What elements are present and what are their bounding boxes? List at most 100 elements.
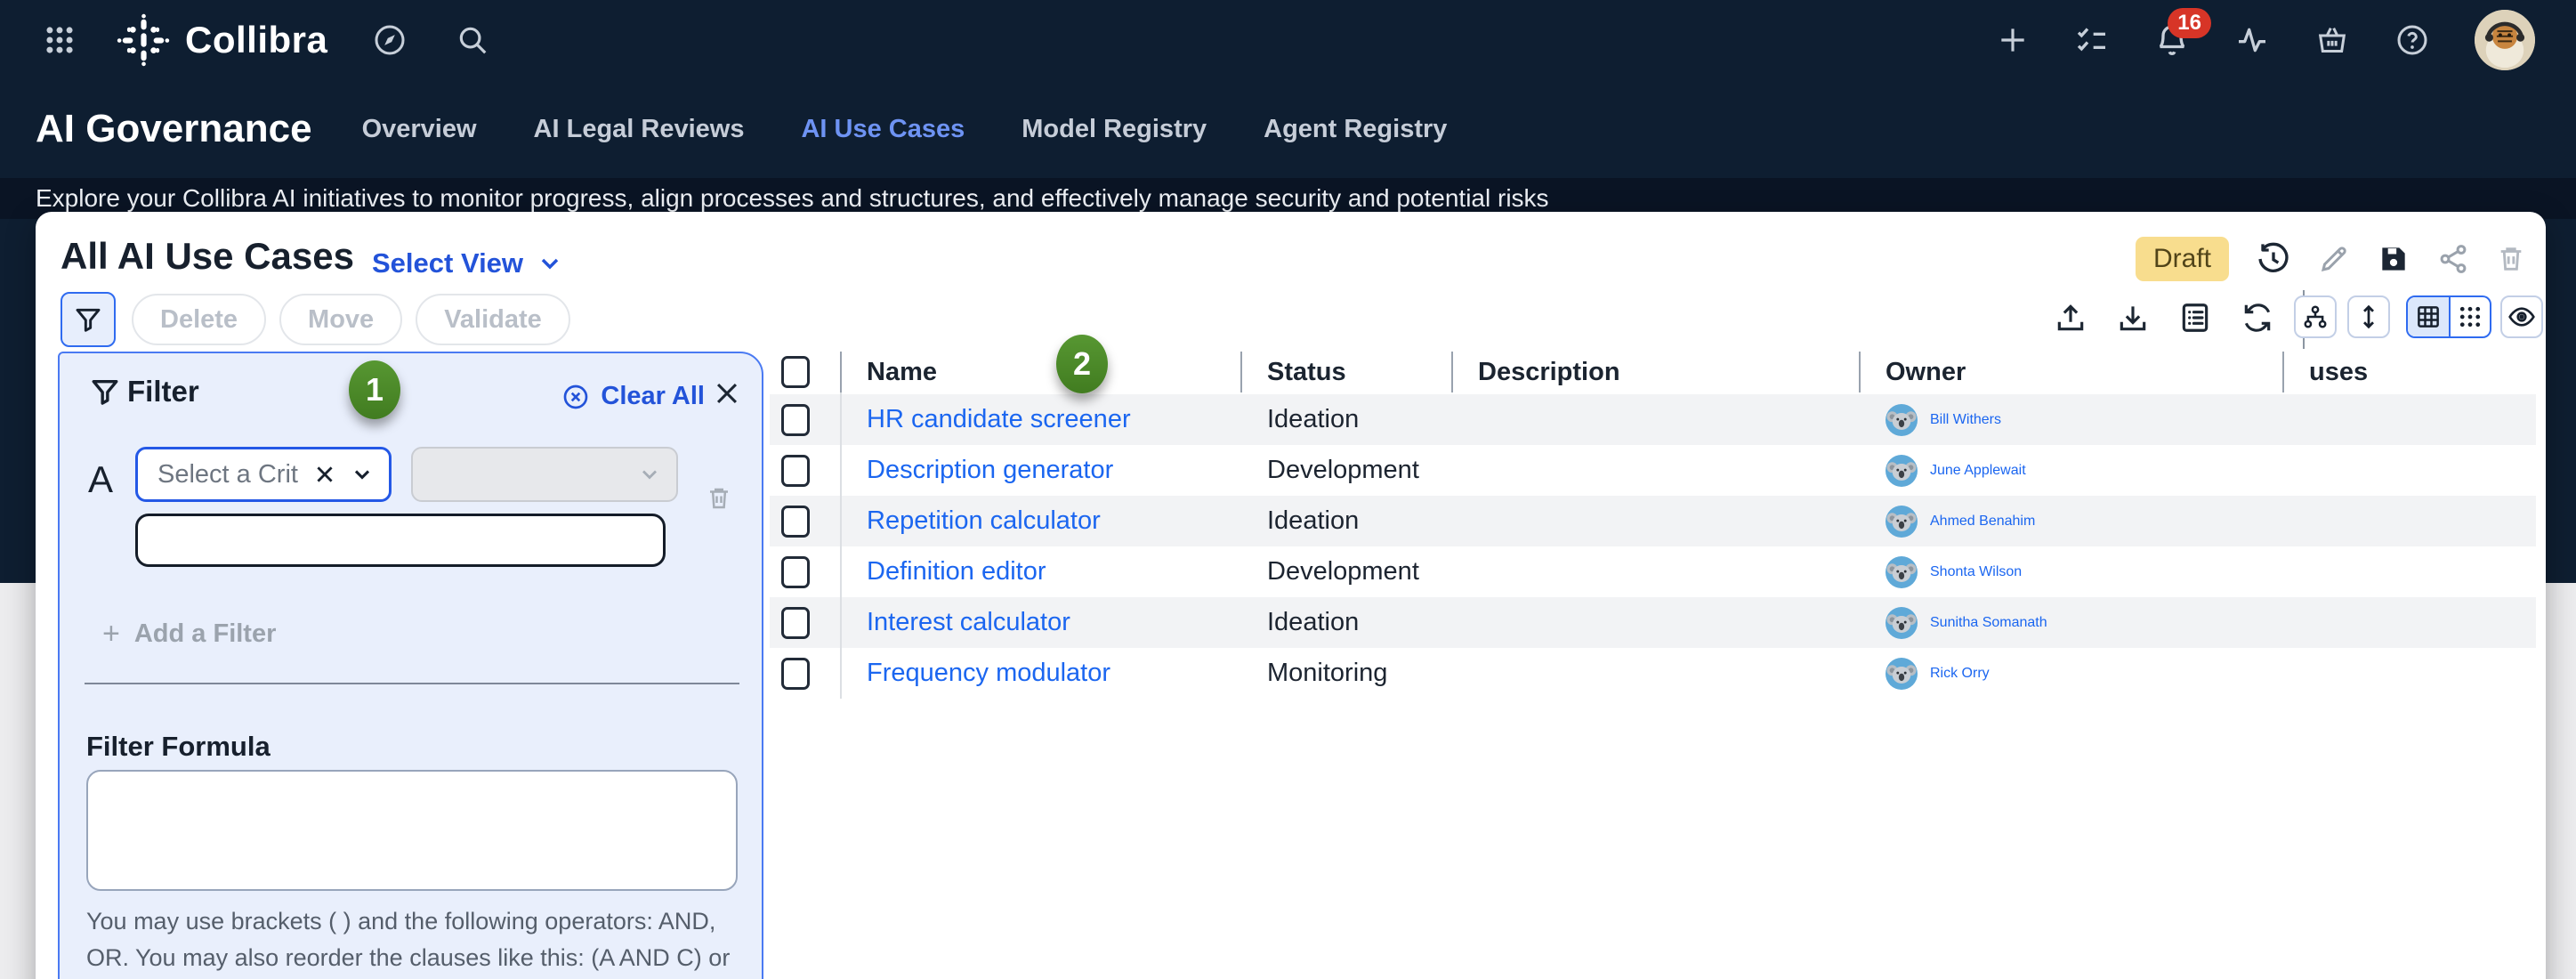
header-separator (1240, 352, 1242, 392)
row-checkbox[interactable] (781, 607, 810, 639)
chevron-down-icon[interactable] (350, 462, 375, 487)
report-form-icon[interactable] (2178, 301, 2212, 335)
nav-tab-overview[interactable]: Overview (362, 115, 477, 144)
topbar-left: Collibra (0, 12, 489, 68)
basket-icon[interactable] (2314, 22, 2350, 58)
close-filter-icon[interactable] (712, 378, 742, 409)
app-root: Collibra 16 (0, 0, 2576, 979)
nav-tab-model-registry[interactable]: Model Registry (1022, 115, 1207, 144)
owner-name-link[interactable]: Shonta Wilson (1930, 564, 2022, 580)
page-subtitle: Explore your Collibra AI initiatives to … (36, 184, 1549, 213)
use-case-name-link[interactable]: Frequency modulator (867, 659, 1110, 687)
delete-button[interactable]: Delete (132, 294, 266, 345)
row-checkbox[interactable] (781, 404, 810, 436)
share-icon[interactable] (2437, 243, 2469, 275)
user-avatar[interactable] (2475, 10, 2535, 70)
owner-name-link[interactable]: June Applewait (1930, 463, 2026, 479)
move-button[interactable]: Move (279, 294, 402, 345)
clause-value-input[interactable] (135, 514, 666, 567)
column-header-status[interactable]: Status (1240, 358, 1451, 387)
nav-tab-ai-legal-reviews[interactable]: AI Legal Reviews (534, 115, 745, 144)
filter-divider (85, 683, 739, 684)
upload-icon[interactable] (2054, 301, 2087, 335)
filter-formula-input[interactable] (86, 770, 738, 891)
refresh-sync-icon[interactable] (2241, 301, 2274, 335)
row-checkbox[interactable] (781, 556, 810, 588)
use-cases-table: Name Status Description Owner uses HR ca… (770, 352, 2536, 699)
filter-panel-title: Filter (127, 375, 199, 409)
table-row: Frequency modulatorMonitoringRick Orry (770, 648, 2536, 699)
topbar-right: 16 (1996, 10, 2576, 70)
collibra-logo-icon[interactable] (116, 12, 171, 68)
operator-select-disabled[interactable] (411, 447, 678, 502)
owner-avatar-icon (1886, 404, 1918, 436)
status-cell: Development (1240, 557, 1451, 587)
section-navigation: AI Governance OverviewAI Legal ReviewsAI… (0, 80, 2576, 178)
download-icon[interactable] (2116, 301, 2150, 335)
eye-icon (2507, 303, 2536, 331)
tile-view-button[interactable] (2449, 297, 2490, 336)
nav-tab-ai-use-cases[interactable]: AI Use Cases (801, 115, 965, 144)
add-filter-button[interactable]: + Add a Filter (102, 617, 276, 651)
top-navigation-bar: Collibra 16 (0, 0, 2576, 80)
filter-formula-label: Filter Formula (86, 731, 271, 763)
activity-pulse-icon[interactable] (2234, 22, 2270, 58)
owner-avatar-icon (1886, 607, 1918, 639)
dot-grid-icon (2457, 303, 2483, 330)
criterion-select[interactable]: Select a Crit (135, 447, 392, 502)
clear-all-button[interactable]: Clear All (561, 382, 705, 411)
column-header-owner[interactable]: Owner (1859, 358, 2282, 387)
owner-name-link[interactable]: Bill Withers (1930, 412, 2001, 428)
select-view-dropdown[interactable]: Select View (372, 247, 564, 279)
main-panel: All AI Use Cases Select View Draft (36, 212, 2546, 979)
create-plus-icon[interactable] (1996, 23, 2030, 57)
edit-pencil-icon[interactable] (2318, 243, 2350, 275)
table-header-row: Name Status Description Owner uses (770, 352, 2536, 392)
use-case-name-link[interactable]: Interest calculator (867, 608, 1070, 636)
tasks-icon[interactable] (2074, 22, 2110, 58)
sort-rows-button[interactable] (2347, 295, 2390, 338)
owner-avatar-icon (1886, 556, 1918, 588)
compass-icon[interactable] (372, 22, 408, 58)
waffle-menu-icon[interactable] (43, 23, 77, 57)
notifications-bell-icon[interactable]: 16 (2154, 22, 2190, 58)
clear-x-icon[interactable] (312, 462, 337, 487)
row-checkbox[interactable] (781, 658, 810, 690)
help-icon[interactable] (2394, 22, 2430, 58)
remove-clause-icon[interactable] (706, 485, 732, 512)
table-row: Definition editor Development Shonta Wilso… (770, 546, 2536, 597)
annotation-step-2: 2 (1056, 335, 1108, 393)
nav-tab-agent-registry[interactable]: Agent Registry (1264, 115, 1447, 144)
column-header-uses[interactable]: uses (2282, 358, 2536, 387)
header-separator (2282, 352, 2284, 392)
status-cell: Ideation (1240, 405, 1451, 434)
history-icon[interactable] (2256, 241, 2291, 277)
status-cell: Ideation (1240, 608, 1451, 637)
view-title: All AI Use Cases (61, 235, 354, 278)
delete-trash-icon[interactable] (2496, 244, 2526, 274)
owner-avatar-icon (1886, 658, 1918, 690)
preview-button[interactable] (2500, 295, 2543, 338)
org-chart-icon (2302, 303, 2329, 330)
diagram-view-button[interactable] (2294, 295, 2337, 338)
table-view-button[interactable] (2408, 297, 2449, 336)
use-case-name-link[interactable]: Repetition calculator (867, 506, 1101, 535)
validate-button[interactable]: Validate (416, 294, 570, 345)
use-case-name-link[interactable]: HR candidate screener (867, 405, 1131, 433)
column-header-name[interactable]: Name (840, 358, 1240, 387)
use-case-name-link[interactable]: Description generator (867, 456, 1113, 484)
filter-toggle-button[interactable] (61, 292, 116, 347)
save-icon[interactable] (2377, 242, 2410, 276)
use-case-name-link[interactable]: Definition editor (867, 557, 1046, 586)
column-header-description[interactable]: Description (1451, 358, 1859, 387)
owner-name-link[interactable]: Rick Orry (1930, 666, 1990, 682)
owner-name-link[interactable]: Ahmed Benahim (1930, 514, 2035, 530)
search-icon[interactable] (456, 23, 489, 57)
owner-name-link[interactable]: Sunitha Somanath (1930, 615, 2047, 631)
owner-cell: Sunitha Somanath (1859, 607, 2282, 639)
row-checkbox[interactable] (781, 455, 810, 487)
filter-formula-help: You may use brackets ( ) and the followi… (86, 903, 731, 979)
checkbox-column-divider (840, 392, 842, 699)
row-checkbox[interactable] (781, 506, 810, 538)
select-all-checkbox[interactable] (781, 356, 810, 388)
